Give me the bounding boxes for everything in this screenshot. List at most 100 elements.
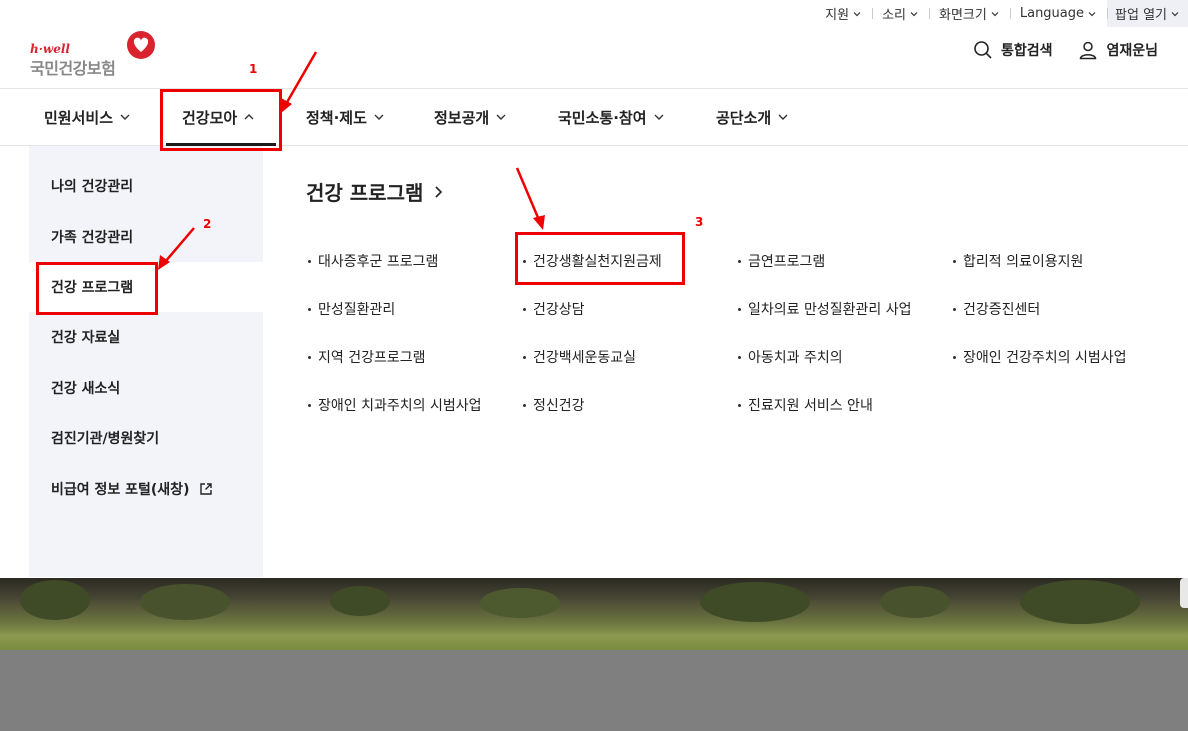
tree-shape [480, 588, 560, 618]
content-title-text: 건강 프로그램 [306, 181, 424, 205]
side-nav-noncovered-portal[interactable]: 비급여 정보 포털(새창) [51, 479, 213, 499]
bullet-icon [523, 355, 526, 359]
annotation-box-3 [515, 232, 685, 285]
language-menu[interactable]: Language [1009, 0, 1107, 27]
gnb-item-civil-service[interactable]: 민원서비스 [44, 89, 131, 145]
program-link[interactable]: 만성질환관리 [308, 299, 395, 319]
site-logo[interactable]: h·well 국민건강보험 [30, 30, 160, 78]
tree-shape [140, 584, 230, 620]
bullet-icon [738, 355, 741, 359]
chevron-down-icon [496, 114, 506, 120]
gray-overlay-band [0, 650, 1188, 731]
program-link[interactable]: 대사증후군 프로그램 [308, 251, 438, 271]
tree-shape [1020, 580, 1140, 624]
sound-label: 소리 [882, 8, 907, 23]
gnb-item-disclosure[interactable]: 정보공개 [434, 89, 507, 145]
program-link[interactable]: 정신건강 [523, 395, 585, 415]
bullet-icon [523, 403, 526, 407]
support-menu[interactable]: 지원 [815, 0, 872, 27]
program-link[interactable]: 지역 건강프로그램 [308, 347, 426, 367]
search-icon [974, 41, 992, 59]
tree-shape [20, 580, 90, 620]
program-link[interactable]: 장애인 건강주치의 시범사업 [953, 347, 1126, 367]
popup-open-button[interactable]: 팝업 열기 [1107, 0, 1188, 27]
program-link[interactable]: 아동치과 주치의 [738, 347, 843, 367]
gnb-label: 정책·제도 [306, 108, 367, 127]
program-label: 건강백세운동교실 [533, 350, 637, 366]
annotation-arrow-3 [515, 167, 545, 230]
side-nav-health-news[interactable]: 건강 새소식 [51, 378, 120, 398]
program-link[interactable]: 건강백세운동교실 [523, 347, 636, 367]
bullet-icon [308, 307, 311, 311]
integrated-search-button[interactable]: 통합검색 [973, 40, 1053, 60]
scrollbar-handle[interactable] [1180, 578, 1188, 608]
program-link[interactable]: 진료지원 서비스 안내 [738, 395, 873, 415]
bullet-icon [308, 259, 311, 263]
sound-menu[interactable]: 소리 [872, 0, 929, 27]
chevron-down-icon [1171, 11, 1179, 16]
annotation-number-2: 2 [203, 217, 212, 231]
program-label: 정신건강 [533, 398, 585, 414]
tree-shape [330, 586, 390, 616]
program-label: 일차의료 만성질환관리 사업 [748, 302, 912, 318]
bullet-icon [738, 259, 741, 263]
side-nav: 나의 건강관리 가족 건강관리 건강 프로그램 건강 자료실 건강 새소식 검진… [29, 146, 263, 577]
gnb-label: 공단소개 [716, 108, 772, 127]
program-label: 건강증진센터 [963, 302, 1041, 318]
chevron-down-icon [1088, 11, 1096, 16]
bullet-icon [953, 259, 956, 263]
program-link[interactable]: 합리적 의료이용지원 [953, 251, 1083, 271]
chevron-right-icon [435, 185, 443, 198]
chevron-down-icon [853, 11, 861, 16]
program-label: 아동치과 주치의 [748, 350, 843, 366]
popup-label: 팝업 열기 [1115, 8, 1167, 23]
program-label: 장애인 치과주치의 시범사업 [318, 398, 482, 414]
chevron-down-icon [654, 114, 663, 120]
tree-shape [880, 586, 950, 618]
program-label: 건강상담 [533, 302, 585, 318]
chevron-down-icon [991, 11, 999, 16]
chevron-down-icon [778, 114, 788, 120]
bullet-icon [953, 307, 956, 311]
header-actions: 통합검색 염재운님 [973, 40, 1158, 60]
chevron-down-icon [120, 114, 130, 120]
search-label: 통합검색 [1000, 43, 1053, 59]
side-nav-my-health[interactable]: 나의 건강관리 [51, 176, 133, 196]
annotation-number-3: 3 [695, 215, 704, 229]
annotation-box-2 [36, 262, 158, 315]
content-title[interactable]: 건강 프로그램 [306, 177, 445, 206]
utility-bar: 지원 소리 화면크기 Language 팝업 열기 [815, 0, 1188, 27]
support-label: 지원 [825, 8, 850, 23]
screen-size-label: 화면크기 [939, 8, 987, 23]
gnb-item-communication[interactable]: 국민소통·참여 [558, 89, 665, 145]
tree-shape [700, 582, 810, 622]
user-name: 염재운님 [1106, 43, 1158, 59]
heart-logo-icon [127, 31, 155, 59]
bullet-icon [308, 355, 311, 359]
program-link[interactable]: 금연프로그램 [738, 251, 825, 271]
bullet-icon [953, 355, 956, 359]
program-link[interactable]: 건강증진센터 [953, 299, 1040, 319]
bullet-icon [738, 403, 741, 407]
side-nav-family-health[interactable]: 가족 건강관리 [51, 227, 133, 247]
program-label: 장애인 건강주치의 시범사업 [963, 350, 1127, 366]
chevron-down-icon [374, 114, 384, 120]
language-label: Language [1019, 6, 1085, 21]
bullet-icon [308, 403, 311, 407]
screen-size-menu[interactable]: 화면크기 [929, 0, 1010, 27]
user-menu[interactable]: 염재운님 [1078, 40, 1158, 60]
program-link[interactable]: 건강상담 [523, 299, 585, 319]
side-nav-hospital-finder[interactable]: 검진기관/병원찾기 [51, 428, 159, 448]
gnb-item-policy[interactable]: 정책·제도 [306, 89, 385, 145]
gnb-label: 국민소통·참여 [558, 108, 647, 127]
chevron-down-icon [910, 11, 918, 16]
gnb-label: 민원서비스 [44, 108, 114, 127]
bullet-icon [738, 307, 741, 311]
program-label: 지역 건강프로그램 [318, 350, 426, 366]
program-label: 진료지원 서비스 안내 [748, 398, 873, 414]
gnb-item-about[interactable]: 공단소개 [716, 89, 789, 145]
program-link[interactable]: 장애인 치과주치의 시범사업 [308, 395, 481, 415]
program-label: 대사증후군 프로그램 [318, 254, 439, 270]
program-link[interactable]: 일차의료 만성질환관리 사업 [738, 299, 911, 319]
side-nav-health-library[interactable]: 건강 자료실 [51, 327, 120, 347]
